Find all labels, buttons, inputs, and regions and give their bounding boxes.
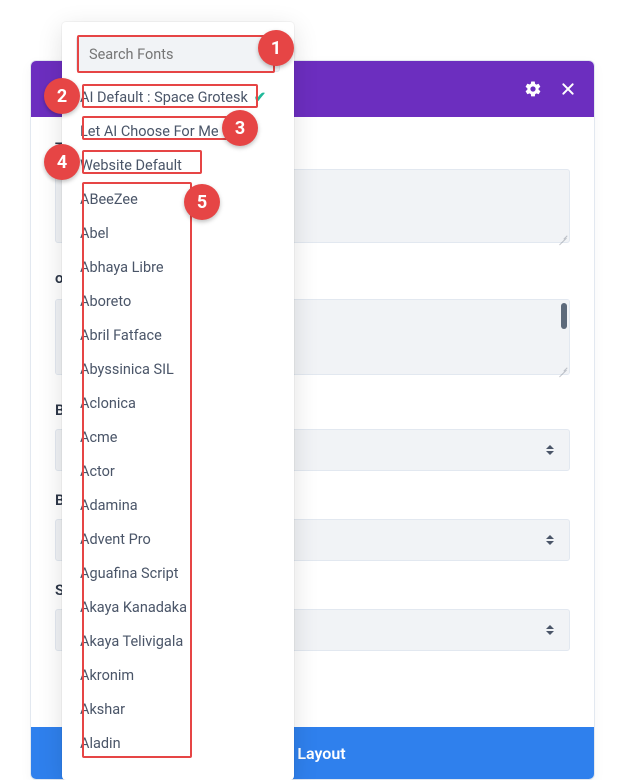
font-option-label: Abel — [80, 225, 109, 242]
font-option[interactable]: Akaya Kanadaka — [62, 590, 294, 624]
font-option-label: Actor — [80, 463, 115, 480]
font-option[interactable]: Acme — [62, 420, 294, 454]
font-option-label: Aladin — [80, 735, 121, 752]
font-option-label: Aguafina Script — [80, 565, 179, 582]
font-option[interactable]: Actor — [62, 454, 294, 488]
font-option[interactable]: Abyssinica SIL — [62, 352, 294, 386]
chevron-sort-icon — [545, 625, 555, 635]
font-option[interactable]: Abel — [62, 216, 294, 250]
font-option-label: Akaya Telivigala — [80, 633, 183, 650]
font-option-label: Abril Fatface — [80, 327, 162, 344]
font-option[interactable]: Akaya Telivigala — [62, 624, 294, 658]
font-option-label: Abyssinica SIL — [80, 361, 174, 378]
font-option-label: Abhaya Libre — [80, 259, 164, 276]
resize-handle[interactable] — [556, 233, 568, 245]
font-option[interactable]: Aladin — [62, 726, 294, 760]
check-icon: ✔ — [254, 89, 266, 106]
font-dropdown: AI Default : Space Grotesk ✔ Let AI Choose… — [62, 22, 294, 780]
font-option[interactable]: Aguafina Script — [62, 556, 294, 590]
font-option-label: Let AI Choose For Me — [80, 123, 219, 140]
font-option-label: Advent Pro — [80, 531, 151, 548]
chevron-sort-icon — [545, 445, 555, 455]
chevron-sort-icon — [545, 535, 555, 545]
font-option[interactable]: Aboreto — [62, 284, 294, 318]
font-option[interactable]: Akronim — [62, 658, 294, 692]
font-option-label: Akshar — [80, 701, 125, 718]
close-icon[interactable] — [560, 81, 576, 97]
font-option[interactable]: Abhaya Libre — [62, 250, 294, 284]
font-option[interactable]: Aclonica — [62, 386, 294, 420]
font-option-label: Aboreto — [80, 293, 131, 310]
font-option[interactable]: Website Default — [62, 148, 294, 182]
gear-icon[interactable] — [524, 80, 542, 98]
font-option-label: Website Default — [80, 157, 182, 174]
font-option-label: ABeeZee — [80, 191, 138, 208]
font-option-label: Akronim — [80, 667, 134, 684]
font-option[interactable]: Adamina — [62, 488, 294, 522]
font-option[interactable]: Abril Fatface — [62, 318, 294, 352]
font-option[interactable]: Advent Pro — [62, 522, 294, 556]
resize-handle[interactable] — [556, 365, 568, 377]
font-option-label: Akaya Kanadaka — [80, 599, 187, 616]
font-option[interactable]: Akshar — [62, 692, 294, 726]
font-option[interactable]: AI Default : Space Grotesk ✔ — [62, 80, 294, 114]
font-option-label: Aclonica — [80, 395, 136, 412]
font-option-label: Acme — [80, 429, 117, 446]
font-option-label: AI Default : Space Grotesk — [80, 89, 248, 106]
font-option[interactable]: Let AI Choose For Me — [62, 114, 294, 148]
font-option-list: AI Default : Space Grotesk ✔ Let AI Choose… — [62, 80, 294, 760]
scrollbar-thumb[interactable] — [561, 303, 567, 329]
font-option[interactable]: ABeeZee — [62, 182, 294, 216]
font-search-input[interactable] — [76, 36, 280, 72]
font-option-label: Adamina — [80, 497, 138, 514]
